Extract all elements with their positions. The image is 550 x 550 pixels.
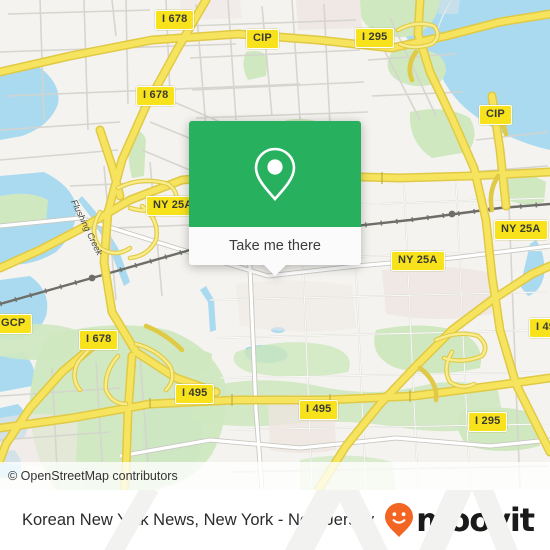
road-shield-cip-right: CIP bbox=[479, 105, 512, 125]
map-share-card: I 678 CIP I 295 I 678 CIP NY 25A NY 25A … bbox=[0, 0, 550, 550]
road-shield-i295-top: I 295 bbox=[355, 28, 395, 48]
road-shield-i295-bottom: I 295 bbox=[468, 412, 508, 432]
footer-bar: Korean New Yotk News, New York - New Jer… bbox=[0, 490, 550, 550]
road-shield-gcp: GCP bbox=[0, 314, 33, 334]
road-shield-i495-right: I 495 bbox=[299, 400, 339, 420]
map-pin-icon bbox=[254, 147, 296, 201]
moovit-brand-logo[interactable]: moovit bbox=[384, 501, 535, 539]
road-shield-ny25a-right: NY 25A bbox=[494, 220, 548, 240]
moovit-wordmark: moovit bbox=[416, 501, 535, 539]
popup-action-bar[interactable]: Take me there bbox=[189, 227, 361, 276]
osm-attribution-text[interactable]: © OpenStreetMap contributors bbox=[0, 469, 178, 483]
road-shield-i678-lower: I 678 bbox=[79, 330, 119, 350]
road-shield-cip-top: CIP bbox=[246, 29, 279, 49]
road-shield-i495-left: I 495 bbox=[175, 384, 215, 404]
popup-pointer-tail bbox=[264, 265, 286, 276]
destination-popup[interactable]: Take me there bbox=[189, 121, 361, 276]
road-shield-i49-right: I 49 bbox=[529, 318, 550, 338]
popup-icon-area bbox=[189, 121, 361, 227]
map-canvas[interactable]: I 678 CIP I 295 I 678 CIP NY 25A NY 25A … bbox=[0, 0, 550, 490]
attribution-bar: © OpenStreetMap contributors bbox=[0, 462, 550, 490]
moovit-smiley-pin-icon bbox=[385, 503, 414, 537]
road-shield-ny25a-mid: NY 25A bbox=[391, 251, 445, 271]
road-shield-i678-upper: I 678 bbox=[136, 86, 176, 106]
take-me-there-label: Take me there bbox=[229, 238, 321, 254]
place-title: Korean New Yotk News, New York - New Jer… bbox=[22, 510, 375, 529]
road-shield-i678-top: I 678 bbox=[155, 10, 195, 30]
